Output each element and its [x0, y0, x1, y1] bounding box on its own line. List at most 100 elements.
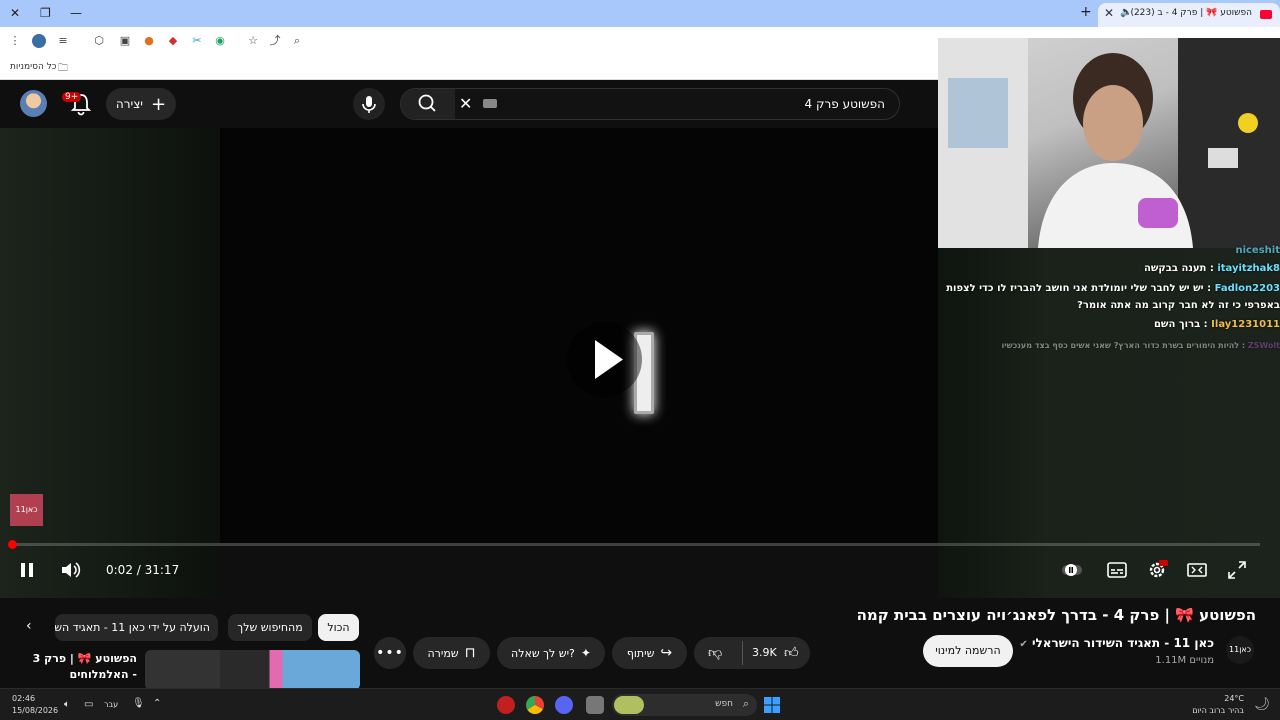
windows-taskbar: 02:46 15/08/2026 🔈︎ ▭ עבר 🎙︎ ⌃ חפש ⌕ 24°…: [0, 688, 1280, 720]
chat-username: niceshit: [1235, 245, 1280, 256]
extension-icon-4[interactable]: ✂: [190, 34, 204, 48]
language-indicator[interactable]: עבר: [104, 700, 118, 709]
play-icon: [595, 340, 623, 379]
youtube-favicon-icon: [1260, 10, 1272, 19]
chip-from-search[interactable]: מהחיפוש שלך: [228, 614, 312, 641]
avatar[interactable]: [20, 90, 47, 117]
new-tab-icon[interactable]: +: [1080, 4, 1092, 20]
bookmark-star-icon[interactable]: ☆: [246, 34, 260, 48]
video-title: הפשוטע 🎀 | פרק 4 - בדרך לפאנג׳ויה עוצרים…: [856, 606, 1256, 624]
save-button[interactable]: שמירה ⊓: [413, 637, 490, 669]
like-count[interactable]: 3.9K: [752, 646, 777, 659]
extensions-icon[interactable]: ⬡: [92, 34, 106, 48]
settings-gear-icon[interactable]: [1146, 559, 1168, 581]
search-input[interactable]: ✕ הפשוטע פרק 4: [400, 88, 900, 120]
windows-start-icon[interactable]: [764, 697, 780, 713]
dislike-icon[interactable]: 👎︎: [708, 644, 722, 661]
chip-uploaded-by[interactable]: הועלה על ידי כאן 11 - תאגיד השי: [55, 614, 218, 641]
webcam-image: [938, 38, 1280, 248]
taskbar-search[interactable]: חפש ⌕: [612, 694, 757, 716]
chat-message-continuation: באפרפי כי זה לא חבר קרוב מה אתה אומר?: [1077, 300, 1280, 311]
recommended-video-thumbnail[interactable]: [145, 650, 360, 690]
chat-message: itayitzhak8 : תענה בבקשה: [1143, 263, 1280, 274]
bookmark-icon: ⊓: [464, 645, 476, 661]
time-display: 0:02 / 31:17: [106, 563, 180, 577]
reading-list-icon[interactable]: ≡: [56, 34, 70, 48]
taskbar-search-label: חפש: [715, 699, 733, 709]
more-icon: •••: [376, 645, 404, 661]
recommended-video-title[interactable]: הפשוטע 🎀 | פרק 3 - האלמלוחים: [32, 651, 137, 683]
ask-button[interactable]: יש לך שאלה? ✦: [497, 637, 605, 669]
subscribe-button[interactable]: הרשמה למינוי: [923, 635, 1013, 667]
channel-watermark[interactable]: כאן11: [10, 494, 43, 526]
chat-text: תענה בבקשה: [1143, 263, 1207, 274]
chips-scroll-left-icon[interactable]: ‹: [26, 618, 32, 634]
chrome-icon[interactable]: [526, 696, 544, 714]
zoom-icon[interactable]: ⌕: [290, 34, 304, 48]
create-label: יצירה: [115, 97, 143, 111]
subtitles-icon[interactable]: [1106, 559, 1128, 581]
chat-username: Ilay1231011: [1211, 319, 1280, 330]
speaker-icon[interactable]: 🔈︎: [64, 699, 70, 710]
chat-username: ZSWolt: [1247, 341, 1280, 350]
extension-icon-2[interactable]: ●: [142, 34, 156, 48]
big-play-button[interactable]: [567, 322, 642, 397]
extension-icon-5[interactable]: ◉: [213, 34, 227, 48]
channel-avatar[interactable]: כאן11: [1226, 636, 1254, 664]
pause-icon[interactable]: [16, 559, 38, 581]
folder-icon: 🗀: [58, 63, 68, 74]
search-button[interactable]: [401, 89, 455, 119]
weather-desc[interactable]: בהיר ברוב היום: [1192, 706, 1244, 715]
chat-username: itayitzhak8: [1217, 263, 1280, 274]
chat-username: Fadlon2203: [1214, 283, 1280, 294]
tab-close-icon[interactable]: ✕: [1104, 6, 1114, 20]
share-page-icon[interactable]: ⤴: [268, 34, 282, 48]
chip-all[interactable]: הכול: [318, 614, 359, 641]
browser-tab-youtube[interactable]: ✕ 🔈 (223) הפשוטע 🎀 | פרק 4 - ב: [1098, 3, 1280, 27]
extension-icon-3[interactable]: ◆: [166, 34, 180, 48]
like-icon[interactable]: 👍︎: [784, 644, 799, 661]
voice-search-button[interactable]: [353, 88, 385, 120]
menu-kebab-icon[interactable]: ⋮: [8, 34, 22, 48]
clock-date[interactable]: 15/08/2026: [12, 706, 58, 715]
chat-text: להיות הימורים בשרת כדור הארץ? שאני אשים …: [1001, 341, 1240, 350]
share-arrow-icon: ↪: [660, 645, 673, 661]
search-highlight-icon: [614, 696, 644, 714]
clear-search-icon[interactable]: ✕: [459, 94, 472, 113]
chat-text: יש יש לחבר שלי יומולדת אני חושב להבריז ל…: [946, 283, 1204, 294]
weather-temp[interactable]: 24°C: [1224, 694, 1244, 703]
volume-icon[interactable]: [59, 559, 81, 581]
mic-tray-icon[interactable]: 🎙︎: [132, 698, 145, 709]
ask-label: יש לך שאלה?: [511, 646, 575, 660]
create-button[interactable]: + יצירה: [106, 88, 176, 120]
window-close-icon[interactable]: ✕: [10, 6, 20, 20]
chat-text: ברוך השם: [1153, 319, 1201, 330]
more-actions-button[interactable]: •••: [374, 637, 406, 669]
extension-icon-1[interactable]: ▣: [118, 34, 132, 48]
channel-name[interactable]: כאן 11 - תאגיד השידור הישראלי ✔: [1019, 636, 1214, 650]
scrubber-handle[interactable]: [8, 540, 17, 549]
chat-text: באפרפי כי זה לא חבר קרוב מה אתה אומר?: [1077, 300, 1280, 311]
player-controls: 0:02 / 31:17: [0, 555, 1280, 585]
ambient-glow-left: [0, 128, 220, 598]
discord-icon[interactable]: [555, 696, 573, 714]
file-explorer-icon[interactable]: [586, 696, 604, 714]
fullscreen-icon[interactable]: [1226, 559, 1248, 581]
window-minimize-icon[interactable]: —: [70, 6, 82, 20]
tray-overflow-icon[interactable]: ⌃: [153, 698, 161, 709]
theater-mode-icon[interactable]: [1186, 559, 1208, 581]
clock-time[interactable]: 02:46: [12, 694, 35, 703]
weather-moon-icon[interactable]: 🌙︎: [1253, 697, 1270, 712]
search-query: הפשוטע פרק 4: [804, 97, 885, 111]
profile-icon[interactable]: [32, 34, 46, 48]
window-restore-icon[interactable]: ❐: [40, 6, 51, 20]
progress-bar[interactable]: [8, 540, 1260, 549]
notification-badge: 9+: [62, 92, 82, 102]
network-icon[interactable]: ▭: [84, 699, 93, 710]
keyboard-icon[interactable]: [483, 99, 497, 108]
all-bookmarks-link[interactable]: כל הסימניות: [10, 62, 57, 72]
app-icon-recorder[interactable]: [497, 696, 515, 714]
autoplay-toggle-icon[interactable]: [1061, 559, 1083, 581]
sparkle-icon: ✦: [580, 646, 591, 660]
share-button[interactable]: שיתוף ↪: [612, 637, 687, 669]
